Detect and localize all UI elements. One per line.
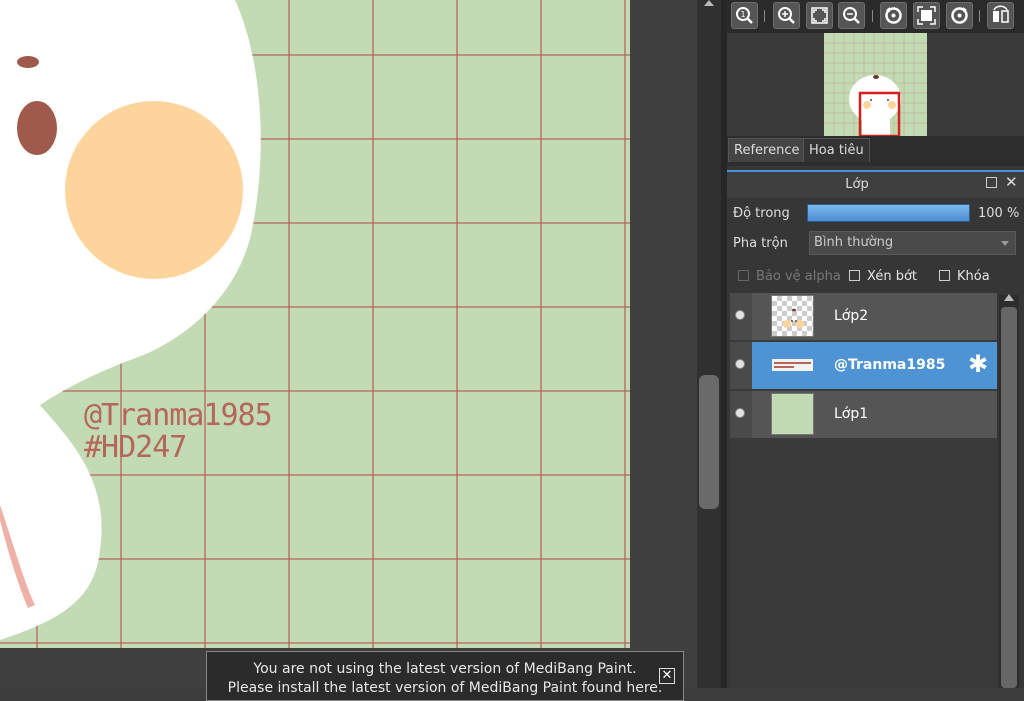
layer-panel-header: Lớp ✕	[727, 170, 1024, 198]
update-notice-line-2[interactable]: Please install the latest version of Med…	[207, 679, 683, 698]
opacity-value: 100 %	[978, 206, 1020, 221]
canvas-scrollbar-track[interactable]	[697, 0, 721, 688]
watermark-line-1: @Tranma1985	[84, 398, 273, 433]
update-notice-line-1: You are not using the latest version of …	[253, 661, 637, 677]
layer-scroll-up-arrow[interactable]	[1004, 294, 1014, 301]
popout-icon[interactable]	[986, 177, 997, 188]
layer-list: Lớp2 @Tranma1985 ✱ Lớp1	[730, 293, 997, 688]
zoom-out-icon[interactable]	[838, 2, 865, 29]
checkbox-icon	[939, 270, 950, 281]
blend-mode-value: Bình thường	[814, 235, 894, 250]
layer-thumbnail	[771, 295, 814, 337]
tab-reference[interactable]: Reference	[728, 138, 806, 162]
layer-name[interactable]: Lớp2	[834, 308, 868, 324]
character-eye	[17, 101, 57, 155]
blend-mode-label: Pha trộn	[733, 236, 788, 251]
close-icon[interactable]: ✕	[1005, 173, 1018, 191]
lock-checkbox[interactable]: Khóa	[939, 269, 990, 284]
close-icon[interactable]: ✕	[659, 668, 675, 684]
layer-row[interactable]: Lớp2	[730, 293, 997, 342]
canvas-scroll-up-arrow[interactable]	[704, 0, 714, 6]
lock-label: Khóa	[957, 269, 990, 284]
fit-icon[interactable]	[806, 2, 833, 29]
layer-scrollbar-thumb[interactable]	[1001, 307, 1017, 688]
opacity-slider[interactable]	[807, 204, 970, 222]
toolbar-separator	[979, 10, 980, 22]
layer-thumbnail	[771, 393, 814, 435]
zoom-in-icon[interactable]	[773, 2, 800, 29]
layer-name[interactable]: Lớp1	[834, 406, 868, 422]
update-notice: You are not using the latest version of …	[206, 651, 684, 701]
flip-icon[interactable]	[987, 2, 1014, 29]
clipping-checkbox[interactable]: Xén bớt	[849, 269, 917, 284]
canvas-artwork[interactable]	[0, 0, 697, 688]
toolbar-separator	[764, 10, 765, 22]
navigator-thumbnail[interactable]	[824, 33, 927, 136]
character-brow	[17, 56, 39, 68]
panel-tabs: Reference Hoa tiêu	[727, 136, 1024, 166]
clipping-label: Xén bớt	[867, 269, 917, 284]
rotate-left-icon[interactable]	[880, 2, 907, 29]
reset-rotation-icon[interactable]	[913, 2, 940, 29]
protect-alpha-label: Bảo vệ alpha	[756, 269, 841, 284]
tab-navigator[interactable]: Hoa tiêu	[803, 138, 870, 162]
canvas-scrollbar-thumb[interactable]	[699, 375, 719, 509]
checkbox-icon	[738, 270, 749, 281]
layer-panel-title: Lớp	[845, 177, 869, 192]
layer-thumbnail	[771, 344, 814, 386]
rotate-right-icon[interactable]	[946, 2, 973, 29]
navigator-preview[interactable]	[727, 33, 1024, 136]
checkbox-icon	[849, 270, 860, 281]
watermark-line-2: #HD247	[84, 430, 187, 465]
character-cheek	[65, 101, 243, 279]
svg-text:1: 1	[740, 10, 745, 19]
gear-icon[interactable]: ✱	[968, 352, 988, 376]
layer-name[interactable]: @Tranma1985	[834, 357, 945, 373]
navigator-toolbar: 1	[727, 0, 1024, 33]
blend-mode-select[interactable]: Bình thường	[809, 231, 1016, 255]
actual-size-icon[interactable]: 1	[731, 2, 758, 29]
drawing-canvas[interactable]: @Tranma1985 #HD247	[0, 0, 697, 688]
visibility-eye-icon[interactable]	[735, 408, 745, 418]
visibility-eye-icon[interactable]	[735, 359, 745, 369]
chevron-down-icon	[1001, 241, 1009, 246]
toolbar-separator	[872, 10, 873, 22]
layer-row[interactable]: Lớp1	[730, 391, 997, 440]
layer-row-selected[interactable]: @Tranma1985 ✱	[730, 342, 997, 391]
watermark-text: @Tranma1985 #HD247	[84, 398, 273, 465]
right-panel: 1 Reference Hoa tiêu Lớp ✕ Độ trong 100 …	[727, 0, 1024, 688]
visibility-eye-icon[interactable]	[735, 310, 745, 320]
opacity-label: Độ trong	[733, 206, 790, 221]
protect-alpha-checkbox[interactable]: Bảo vệ alpha	[738, 269, 841, 284]
